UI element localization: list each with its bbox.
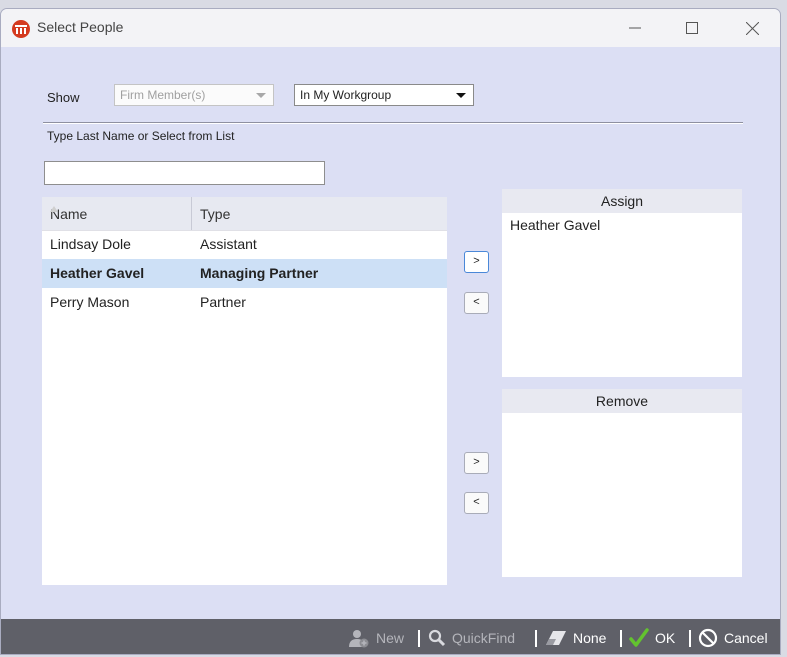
close-button[interactable] <box>729 13 775 43</box>
column-header-type-label: Type <box>200 206 231 222</box>
app-logo-icon <box>12 20 30 38</box>
add-to-assign-button[interactable]: > <box>464 251 489 273</box>
add-to-remove-button[interactable]: > <box>464 452 489 474</box>
member-type-select: Firm Member(s) <box>114 84 274 106</box>
new-label: New <box>376 629 405 646</box>
people-list[interactable]: Name Type Lindsay Dole Assistant Heather… <box>42 197 447 585</box>
list-item[interactable]: Heather Gavel <box>502 213 742 233</box>
quickfind-label: QuickFind <box>452 629 516 646</box>
maximize-icon <box>686 22 698 34</box>
toolbar-separator <box>535 630 537 647</box>
ok-label: OK <box>655 629 676 646</box>
cancel-icon <box>698 628 718 647</box>
ok-button[interactable]: OK <box>629 619 676 654</box>
row-type: Managing Partner <box>200 265 319 281</box>
remove-list[interactable]: Remove <box>502 389 742 577</box>
add-user-icon <box>349 629 369 647</box>
row-type: Partner <box>200 294 246 310</box>
divider-highlight <box>43 123 743 124</box>
remove-from-assign-button[interactable]: < <box>464 292 489 314</box>
minimize-icon <box>629 27 641 29</box>
title-bar: Select People <box>1 9 780 47</box>
toolbar-separator <box>620 630 622 647</box>
select-people-dialog: Select People Show Firm Member(s) In My … <box>0 8 781 655</box>
chevron-down-icon <box>456 93 466 98</box>
cancel-button[interactable]: Cancel <box>698 619 768 654</box>
remove-header: Remove <box>502 389 742 413</box>
chevron-down-icon <box>256 93 266 98</box>
toolbar-separator <box>689 630 691 647</box>
eraser-icon <box>546 630 566 645</box>
window-title: Select People <box>37 19 124 35</box>
assign-list[interactable]: Assign Heather Gavel <box>502 189 742 377</box>
minimize-button[interactable] <box>612 13 658 43</box>
none-button[interactable]: None <box>545 619 607 654</box>
show-label: Show <box>47 90 80 105</box>
member-type-value: Firm Member(s) <box>120 88 206 102</box>
footer-toolbar: New QuickFind None OK Cancel <box>1 619 780 654</box>
row-type: Assistant <box>200 236 257 252</box>
row-name: Perry Mason <box>50 294 130 310</box>
search-icon <box>428 629 446 646</box>
table-row[interactable]: Perry Mason Partner <box>42 288 447 317</box>
row-name: Heather Gavel <box>50 265 145 281</box>
workgroup-select[interactable]: In My Workgroup <box>294 84 474 106</box>
new-button[interactable]: New <box>348 619 405 654</box>
assign-header: Assign <box>502 189 742 213</box>
cancel-label: Cancel <box>724 629 768 646</box>
search-label: Type Last Name or Select from List <box>47 129 235 143</box>
search-input[interactable] <box>44 161 325 185</box>
close-icon <box>745 21 759 35</box>
quickfind-button[interactable]: QuickFind <box>428 619 516 654</box>
table-row[interactable]: Lindsay Dole Assistant <box>42 230 447 259</box>
none-label: None <box>573 629 607 646</box>
column-header-name[interactable]: Name <box>42 197 192 230</box>
workgroup-value: In My Workgroup <box>300 88 392 102</box>
sort-ascending-icon <box>50 206 58 212</box>
remove-from-remove-button[interactable]: < <box>464 492 489 514</box>
toolbar-separator <box>418 630 420 647</box>
list-header: Name Type <box>42 197 447 231</box>
checkmark-icon <box>629 627 649 647</box>
maximize-button[interactable] <box>669 13 715 43</box>
row-name: Lindsay Dole <box>50 236 131 252</box>
column-header-type[interactable]: Type <box>192 197 447 230</box>
table-row-selected[interactable]: Heather Gavel Managing Partner <box>42 259 447 288</box>
